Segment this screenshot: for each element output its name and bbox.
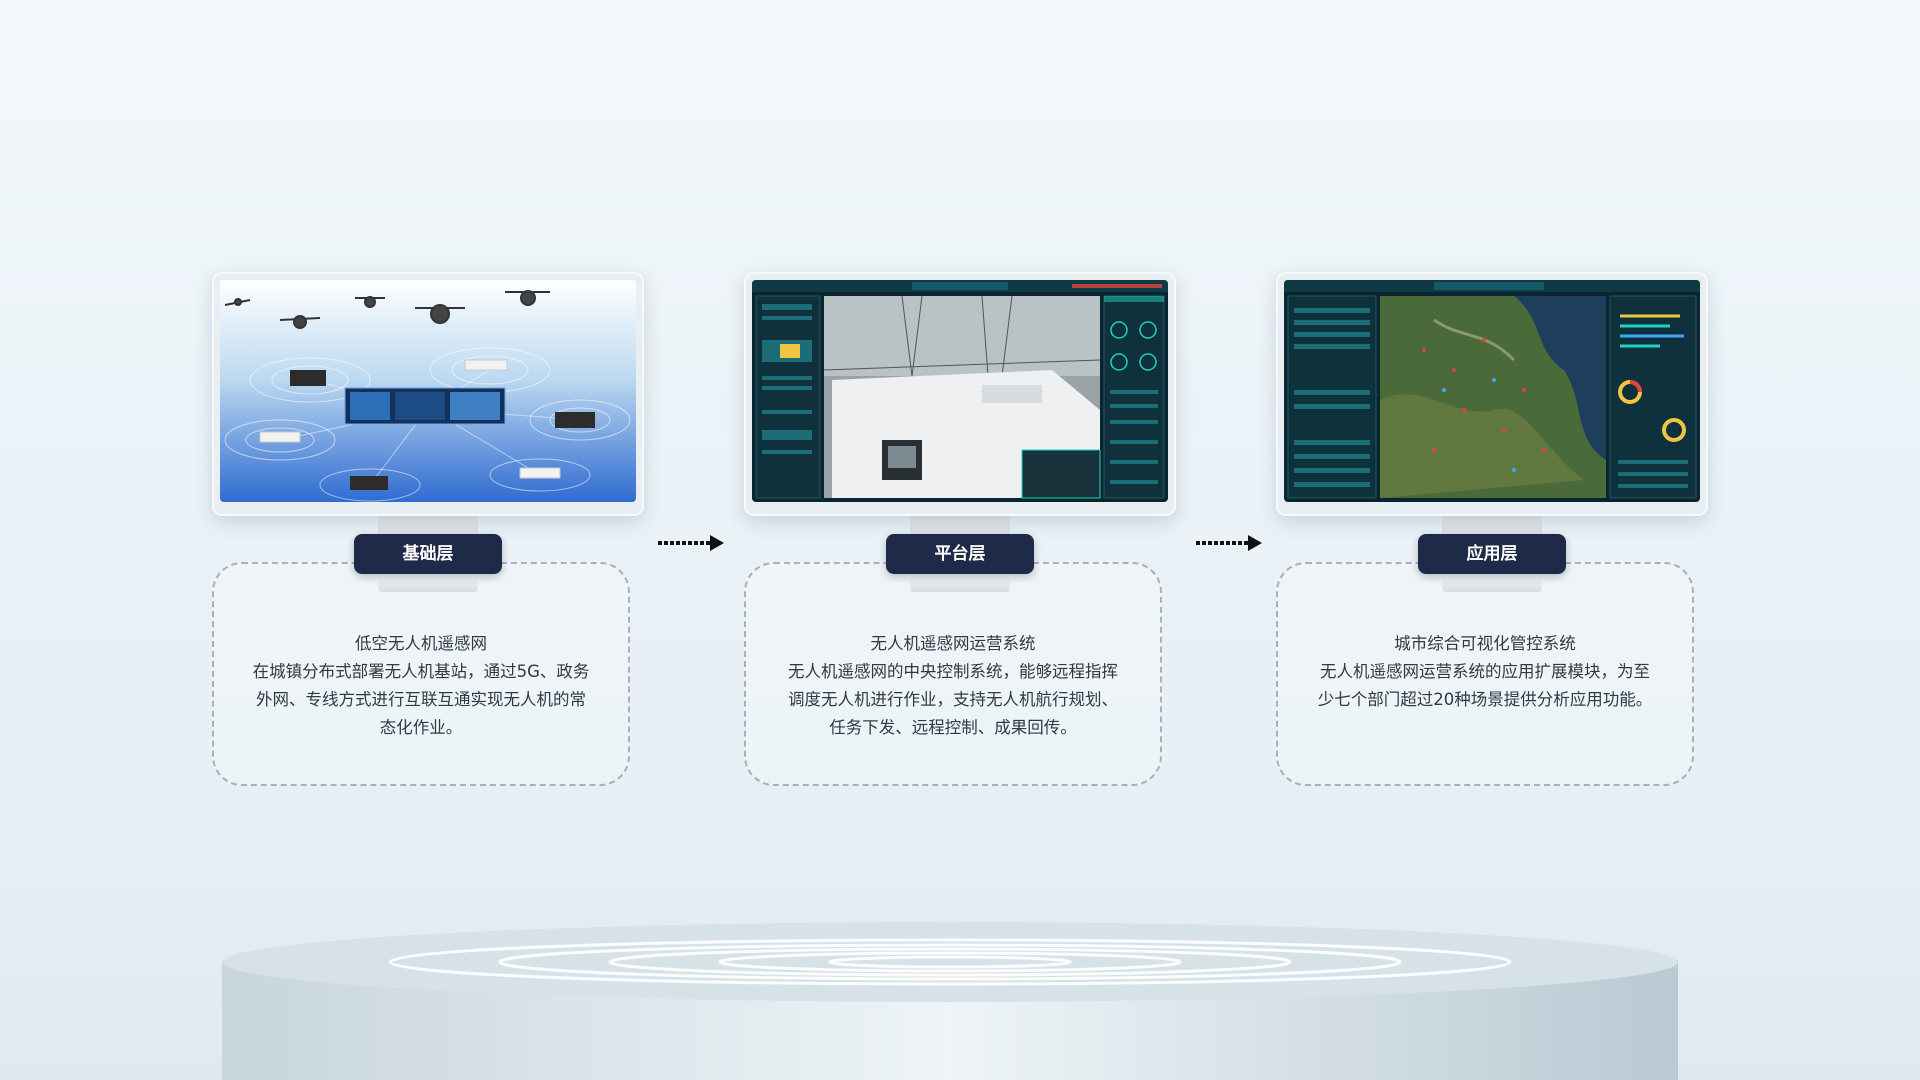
layer-tag-label: 平台层 xyxy=(886,534,1034,574)
description-box: 低空无人机遥感网 在城镇分布式部署无人机基站，通过5G、政务 外网、专线方式进行… xyxy=(212,562,630,786)
description-text: 低空无人机遥感网 在城镇分布式部署无人机基站，通过5G、政务 外网、专线方式进行… xyxy=(244,630,598,742)
layer-title: 低空无人机遥感网 xyxy=(355,634,487,653)
arrow-right-icon xyxy=(1196,535,1262,551)
podium-decoration xyxy=(222,922,1678,1080)
layer-panel-foundation: 低空无人机遥感网 在城镇分布式部署无人机基站，通过5G、政务 外网、专线方式进行… xyxy=(212,272,644,792)
layer-panel-application: 城市综合可视化管控系统 无人机遥感网运营系统的应用扩展模块，为至 少七个部门超过… xyxy=(1276,272,1708,792)
layer-title: 城市综合可视化管控系统 xyxy=(1394,634,1576,653)
monitor-frame xyxy=(212,272,644,516)
layer-description: 无人机遥感网运营系统的应用扩展模块，为至 少七个部门超过20种场景提供分析应用功… xyxy=(1317,662,1653,709)
layer-description: 无人机遥感网的中央控制系统，能够远程指挥 调度无人机进行作业，支持无人机航行规划… xyxy=(788,662,1118,737)
layer-description: 在城镇分布式部署无人机基站，通过5G、政务 外网、专线方式进行互联互通实现无人机… xyxy=(252,662,590,737)
description-text: 城市综合可视化管控系统 无人机遥感网运营系统的应用扩展模块，为至 少七个部门超过… xyxy=(1308,630,1662,714)
layer-tag-label: 应用层 xyxy=(1418,534,1566,574)
layer-tag-label: 基础层 xyxy=(354,534,502,574)
city-control-map-screenshot xyxy=(1284,280,1700,502)
description-text: 无人机遥感网运营系统 无人机遥感网的中央控制系统，能够远程指挥 调度无人机进行作… xyxy=(776,630,1130,742)
operations-dashboard-screenshot xyxy=(752,280,1168,502)
drone-network-illustration xyxy=(220,280,636,502)
monitor-frame xyxy=(744,272,1176,516)
description-box: 城市综合可视化管控系统 无人机遥感网运营系统的应用扩展模块，为至 少七个部门超过… xyxy=(1276,562,1694,786)
description-box: 无人机遥感网运营系统 无人机遥感网的中央控制系统，能够远程指挥 调度无人机进行作… xyxy=(744,562,1162,786)
layer-panel-platform: 无人机遥感网运营系统 无人机遥感网的中央控制系统，能够远程指挥 调度无人机进行作… xyxy=(744,272,1176,792)
arrow-right-icon xyxy=(658,535,724,551)
layer-title: 无人机遥感网运营系统 xyxy=(870,634,1036,653)
monitor-frame xyxy=(1276,272,1708,516)
